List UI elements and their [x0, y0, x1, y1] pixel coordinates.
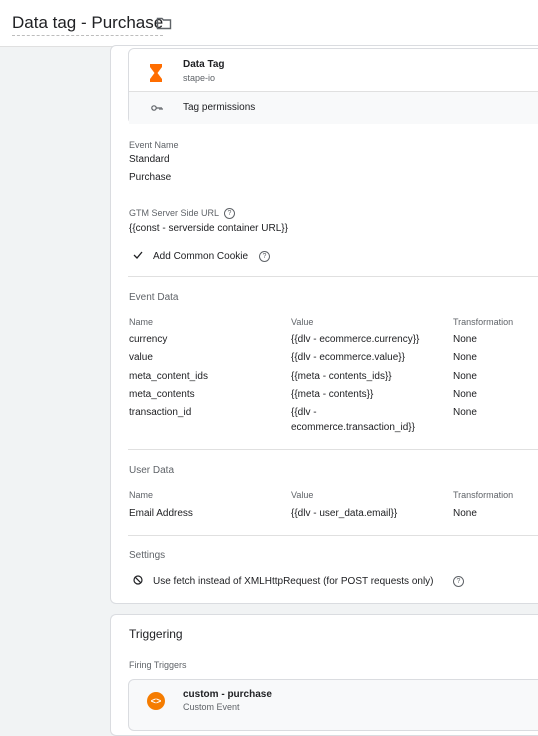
- divider: [128, 449, 538, 450]
- common-cookie-label: Add Common Cookie: [153, 251, 249, 262]
- help-icon[interactable]: ?: [453, 576, 464, 587]
- column-header-name: Name: [129, 490, 154, 500]
- tag-type-name: Data Tag: [183, 59, 225, 70]
- trigger-name: custom - purchase: [183, 689, 272, 700]
- top-bar: Data tag - Purchase: [0, 0, 538, 47]
- row-name: currency: [129, 334, 168, 345]
- row-transformation: None: [453, 389, 477, 400]
- row-name: meta_content_ids: [129, 371, 208, 382]
- settings-item: Use fetch instead of XMLHttpRequest (for…: [153, 576, 434, 587]
- column-header-value: Value: [291, 317, 314, 327]
- row-transformation: None: [453, 352, 477, 363]
- column-header-name: Name: [129, 317, 154, 327]
- row-transformation: None: [453, 407, 477, 418]
- row-transformation: None: [453, 508, 477, 519]
- checkmark-icon: [133, 251, 143, 259]
- row-value-line2: ecommerce.transaction_id}}: [291, 422, 415, 433]
- divider: [128, 276, 538, 277]
- row-value: {{dlv - user_data.email}}: [291, 508, 398, 519]
- tag-type-box[interactable]: Data Tag stape-io Tag permissions: [128, 48, 538, 124]
- tag-permissions-row[interactable]: Tag permissions: [129, 91, 538, 124]
- key-icon: [151, 105, 163, 111]
- stape-logo-icon: [150, 64, 162, 82]
- row-name: meta_contents: [129, 389, 195, 400]
- row-value-line1: {{dlv -: [291, 407, 317, 418]
- folder-icon[interactable]: [156, 15, 172, 31]
- row-value: {{meta - contents}}: [291, 389, 374, 400]
- custom-event-icon: <>: [147, 692, 165, 710]
- tag-permissions-label: Tag permissions: [183, 102, 256, 113]
- tag-type-header[interactable]: Data Tag stape-io: [129, 49, 538, 91]
- row-value: {{meta - contents_ids}}: [291, 371, 392, 382]
- divider: [128, 535, 538, 536]
- row-value: {{dlv - ecommerce.currency}}: [291, 334, 420, 345]
- column-header-transformation: Transformation: [453, 317, 514, 327]
- trigger-type: Custom Event: [183, 702, 240, 712]
- user-data-title: User Data: [129, 465, 175, 476]
- row-name: value: [129, 352, 153, 363]
- column-header-transformation: Transformation: [453, 490, 514, 500]
- triggering-title: Triggering: [129, 627, 183, 641]
- row-transformation: None: [453, 371, 477, 382]
- event-data-title: Event Data: [129, 292, 179, 303]
- settings-title: Settings: [129, 550, 166, 561]
- row-transformation: None: [453, 334, 477, 345]
- gtm-url-label: GTM Server Side URL: [129, 208, 220, 218]
- help-icon[interactable]: ?: [224, 208, 235, 219]
- row-name: transaction_id: [129, 407, 192, 418]
- block-icon: [133, 575, 143, 585]
- row-name: Email Address: [129, 508, 193, 519]
- page-title[interactable]: Data tag - Purchase: [12, 13, 164, 36]
- event-type-value: Standard: [129, 154, 170, 165]
- row-value: {{dlv - ecommerce.value}}: [291, 352, 405, 363]
- event-name-label: Event Name: [129, 140, 179, 150]
- tag-vendor: stape-io: [183, 73, 216, 83]
- firing-triggers-label: Firing Triggers: [129, 660, 187, 670]
- help-icon[interactable]: ?: [259, 251, 270, 262]
- column-header-value: Value: [291, 490, 314, 500]
- event-name-value: Purchase: [129, 172, 172, 183]
- gtm-url-value: {{const - serverside container URL}}: [129, 223, 288, 234]
